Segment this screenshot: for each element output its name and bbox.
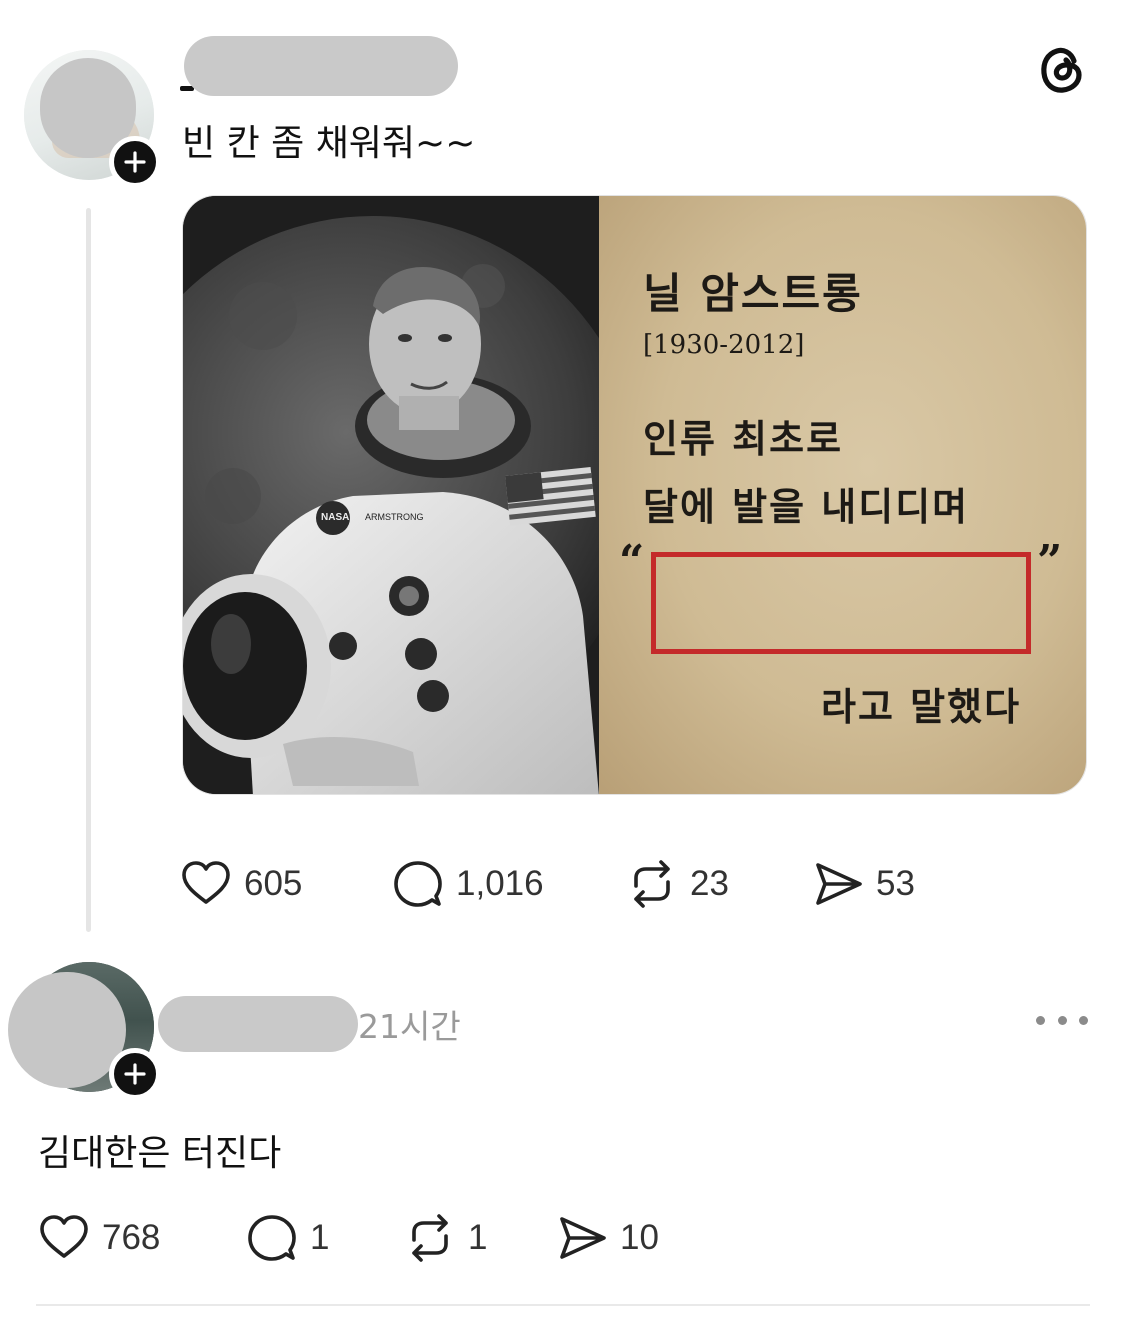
send-icon — [560, 1217, 606, 1259]
image-line-3: 라고 말했다 — [821, 684, 1022, 729]
plus-icon — [124, 151, 146, 173]
reply-username-redacted[interactable] — [158, 996, 358, 1052]
repost-icon — [412, 1214, 448, 1262]
post-text: 빈 칸 좀 채워줘~~ — [182, 123, 476, 164]
quote-close-mark: ” — [1037, 536, 1063, 587]
quote-open-mark: “ — [619, 536, 645, 587]
like-button[interactable]: 605 — [180, 858, 302, 910]
more-dot — [1057, 1015, 1067, 1025]
image-line-1: 인류 최초로 — [643, 416, 844, 461]
comment-icon — [394, 861, 442, 907]
thread-connector-line — [86, 208, 91, 932]
author-username-redacted[interactable] — [184, 36, 458, 96]
like-count: 605 — [244, 864, 303, 903]
image-title: 닐 암스트롱 — [643, 269, 863, 318]
reply-button[interactable]: 1 — [246, 1212, 329, 1264]
quote-paper-panel: 닐 암스트롱 [1930-2012] 인류 최초로 달에 발을 내디디며 “ ”… — [599, 196, 1086, 794]
image-line-2: 달에 발을 내디디며 — [643, 484, 970, 529]
plus-icon — [124, 1063, 146, 1085]
comment-icon — [248, 1215, 296, 1261]
repost-button[interactable]: 23 — [626, 858, 729, 910]
repost-icon — [634, 860, 670, 908]
post-divider — [36, 1304, 1090, 1306]
reply-count: 1 — [310, 1218, 330, 1257]
like-count: 768 — [102, 1218, 161, 1257]
share-button[interactable]: 53 — [812, 858, 915, 910]
reply-timestamp: 21시간 — [358, 1007, 461, 1046]
more-dot — [1036, 1015, 1045, 1025]
follow-button[interactable] — [109, 1048, 161, 1100]
suit-name-tag: ARMSTRONG — [365, 512, 424, 522]
reply-button[interactable]: 1,016 — [392, 858, 544, 910]
repost-count: 23 — [690, 864, 729, 903]
send-icon — [816, 863, 862, 905]
reply-text: 김대한은 터진다 — [38, 1133, 282, 1174]
blank-answer-box — [651, 552, 1031, 654]
follow-button[interactable] — [109, 136, 161, 188]
heart-icon — [182, 861, 230, 904]
repost-count: 1 — [468, 1218, 488, 1257]
image-years: [1930-2012] — [643, 330, 805, 360]
share-count: 53 — [876, 864, 915, 903]
reply-count: 1,016 — [456, 864, 544, 903]
like-button[interactable]: 768 — [38, 1212, 160, 1264]
suit-logo-text: NASA — [321, 512, 350, 523]
threads-logo-icon[interactable] — [1036, 44, 1088, 96]
astronaut-illustration — [183, 196, 599, 794]
more-dot — [1079, 1015, 1088, 1025]
more-icon[interactable] — [1036, 1008, 1088, 1032]
heart-icon — [40, 1215, 88, 1258]
post-image[interactable]: NASA ARMSTRONG 닐 암스트롱 [1930-2012] 인류 최초로… — [182, 195, 1087, 795]
share-count: 10 — [620, 1218, 659, 1257]
astronaut-photo: NASA ARMSTRONG — [183, 196, 599, 794]
repost-button[interactable]: 1 — [404, 1212, 487, 1264]
share-button[interactable]: 10 — [556, 1212, 659, 1264]
